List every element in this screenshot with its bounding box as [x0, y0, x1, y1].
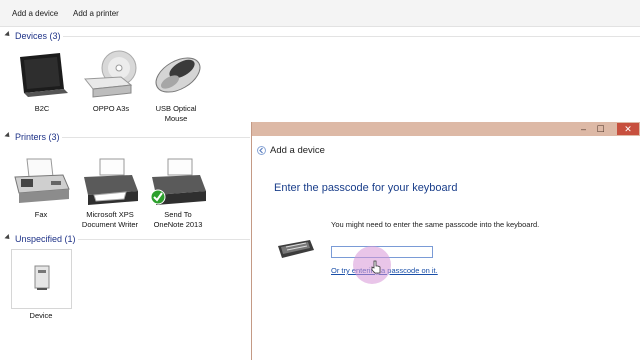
dialog-title-text: Add a device — [270, 145, 325, 156]
device-item-generic[interactable] — [11, 249, 72, 309]
maximize-button[interactable]: ☐ — [592, 123, 609, 135]
printer-item-xps[interactable]: Microsoft XPS Document Writer — [77, 155, 143, 230]
devices-section-header[interactable]: Devices (3) — [4, 30, 61, 42]
printer-default-icon — [148, 155, 208, 207]
printers-section-title: Printers (3) — [15, 132, 60, 142]
devices-section-title: Devices (3) — [15, 31, 61, 41]
printer-item-onenote[interactable]: Send To OneNote 2013 — [145, 155, 211, 230]
dialog-titlebar[interactable]: – ☐ ✕ — [252, 122, 640, 136]
printers-section-header[interactable]: Printers (3) — [4, 131, 60, 143]
tablet-icon — [12, 49, 72, 101]
dialog-title: Add a device — [257, 145, 325, 156]
keyboard-icon — [276, 238, 316, 262]
device-label: Send To OneNote 2013 — [153, 210, 203, 229]
instruction-text: You might need to enter the same passcod… — [331, 220, 540, 229]
device-label: Device — [29, 311, 53, 320]
collapse-arrow-icon — [4, 132, 12, 140]
optical-drive-icon — [81, 49, 141, 101]
device-item-oppo[interactable]: OPPO A3s — [78, 49, 144, 114]
section-divider — [62, 137, 250, 138]
unspecified-section-title: Unspecified (1) — [15, 234, 76, 244]
section-divider — [78, 239, 250, 240]
section-divider — [63, 36, 640, 37]
back-icon[interactable] — [257, 146, 266, 155]
close-button[interactable]: ✕ — [617, 123, 639, 135]
printer-icon — [80, 155, 140, 207]
minimize-button[interactable]: – — [575, 123, 592, 135]
add-device-button[interactable]: Add a device — [12, 9, 58, 18]
generic-device-icon — [31, 264, 53, 294]
device-label: B2C — [34, 104, 50, 113]
mouse-icon — [146, 49, 206, 101]
add-printer-button[interactable]: Add a printer — [73, 9, 119, 18]
device-label: OPPO A3s — [92, 104, 130, 113]
printer-item-fax[interactable]: Fax — [8, 155, 74, 220]
device-label: USB Optical Mouse — [155, 104, 197, 123]
hand-cursor-icon — [370, 260, 382, 276]
device-item-mouse[interactable]: USB Optical Mouse — [143, 49, 209, 124]
device-label: Fax — [34, 210, 48, 219]
device-item-b2c[interactable]: B2C — [9, 49, 75, 114]
add-device-dialog: – ☐ ✕ Add a device Enter the passcode fo… — [251, 122, 640, 360]
fax-icon — [11, 155, 71, 207]
dialog-body: Add a device Enter the passcode for your… — [252, 136, 640, 360]
page-title: Enter the passcode for your keyboard — [274, 182, 458, 194]
unspecified-section-header[interactable]: Unspecified (1) — [4, 233, 76, 245]
collapse-arrow-icon — [4, 31, 12, 39]
device-label: Microsoft XPS Document Writer — [81, 210, 139, 229]
collapse-arrow-icon — [4, 234, 12, 242]
command-bar: Add a device Add a printer — [0, 0, 640, 27]
